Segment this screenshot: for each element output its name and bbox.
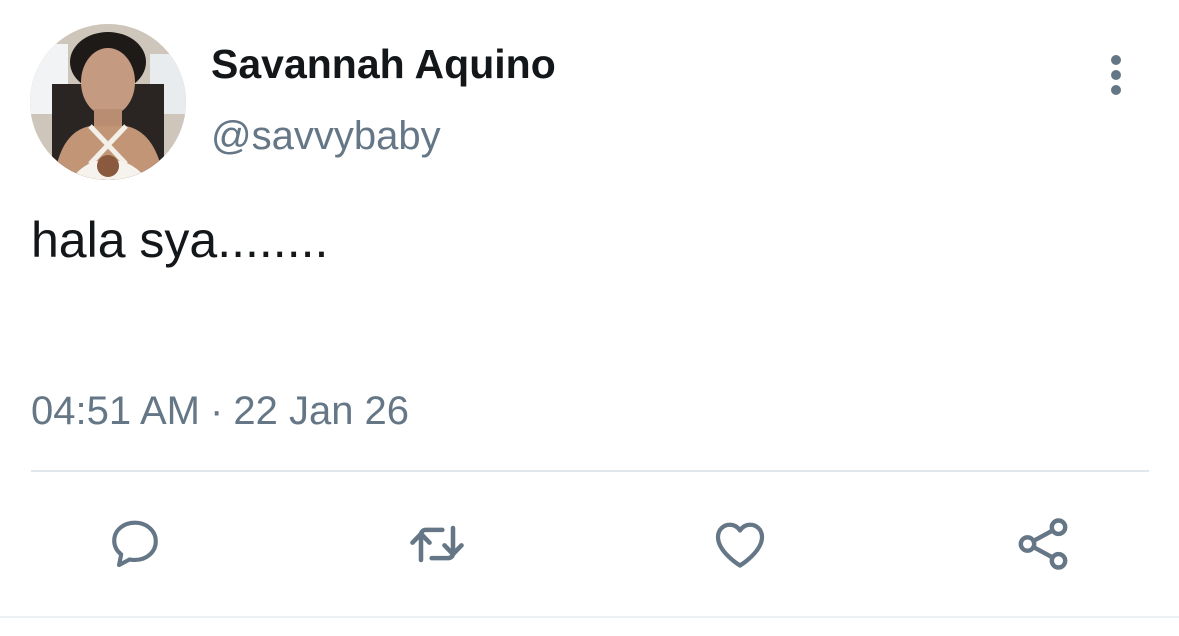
retweet-button[interactable] — [405, 512, 469, 576]
vertical-ellipsis-icon — [1111, 55, 1121, 95]
reply-button[interactable] — [103, 512, 167, 576]
avatar-photo — [30, 24, 186, 180]
tweet-card: Savannah Aquino @savvybaby hala sya.....… — [0, 0, 1179, 636]
timestamp-separator: · — [210, 389, 224, 433]
tweet-time: 04:51 AM — [31, 389, 201, 433]
author-display-name[interactable]: Savannah Aquino — [211, 40, 556, 88]
like-button[interactable] — [708, 512, 772, 576]
author-handle[interactable]: @savvybaby — [211, 112, 441, 160]
retweet-arrows-icon — [410, 525, 464, 563]
tweet-text: hala sya........ — [31, 212, 329, 268]
speech-bubble-icon — [112, 520, 158, 568]
tweet-date: 22 Jan 26 — [233, 389, 410, 433]
share-nodes-icon — [1018, 518, 1068, 570]
divider — [31, 470, 1149, 472]
heart-icon — [715, 522, 765, 568]
avatar[interactable] — [30, 24, 186, 180]
share-button[interactable] — [1011, 512, 1075, 576]
tweet-timestamp[interactable]: 04:51 AM · 22 Jan 26 — [31, 387, 409, 435]
more-options-button[interactable] — [1096, 52, 1136, 98]
bottom-divider — [0, 616, 1179, 618]
